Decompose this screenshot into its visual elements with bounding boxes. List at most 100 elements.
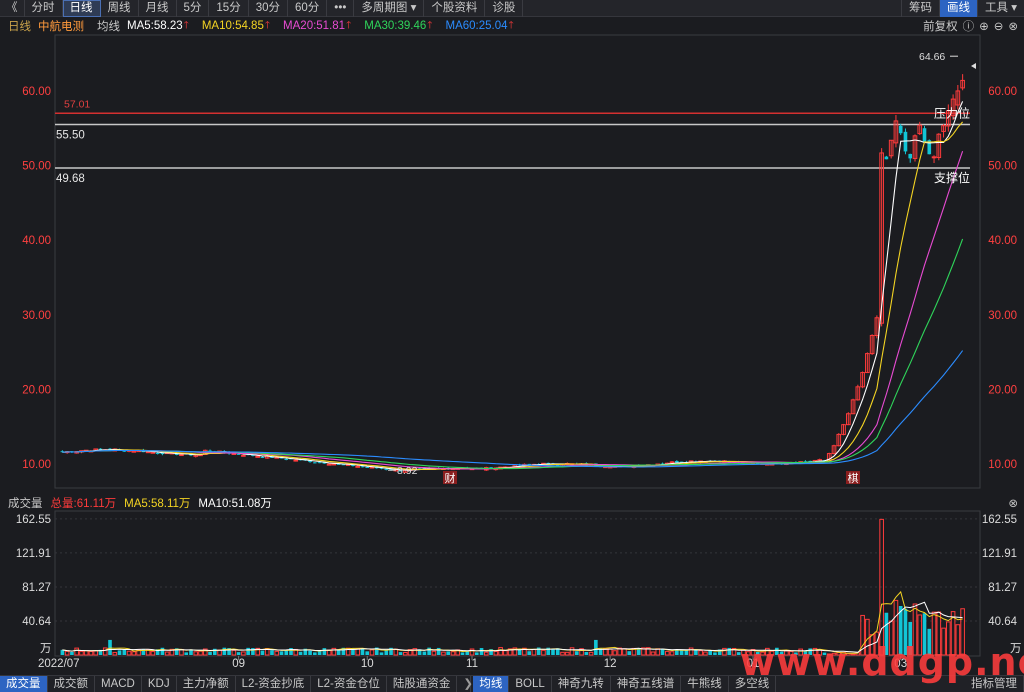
volume-bar [694,650,698,655]
candle-body [384,468,389,470]
chevron-right-icon[interactable]: ❯ [457,676,473,692]
candle-body [922,128,927,142]
volume-ma5: MA5:58.11万 [124,497,191,510]
volume-bar [60,649,65,655]
volume-bar [74,647,79,656]
volume-bar [241,651,246,656]
volume-bar [246,647,250,655]
ma20-line [62,151,964,470]
volume-bar [126,650,132,656]
close-icon[interactable]: ⊗ [1008,496,1018,510]
ma60-line [62,350,964,468]
volume-bar [369,649,375,656]
volume-bar [612,650,618,656]
tab-main-net[interactable]: 主力净额 [177,676,236,692]
volume-bar [64,650,70,656]
y-tick-label: 50.00 [22,161,51,173]
volume-bar [636,648,641,655]
kline-chart[interactable]: 10.00 10.00 20.00 20.00 30.00 30.00 40.00 40.00… [0,0,1024,692]
volume-bar [102,647,108,656]
volume-bar [669,651,675,656]
tab-turnover[interactable]: 成交额 [48,676,95,692]
tab-magic-five[interactable]: 神奇五线谱 [611,676,682,692]
date-label: 2022/07 [38,658,80,670]
y-tick-label: 20.00 [22,384,51,396]
volume-bar [317,651,322,655]
volume-bar [517,649,522,655]
volume-title[interactable]: 成交量 [8,495,43,511]
tab-volume[interactable]: 成交量 [0,676,48,692]
volume-bar [627,651,632,655]
candlesticks [60,74,965,473]
price-pointer-icon [971,63,976,69]
volume-bar [117,650,122,655]
candle-body [326,463,332,466]
volume-bar [431,650,437,656]
volume-bar [260,650,265,655]
volume-bar [184,652,189,655]
vol-tick-label-right: 40.64 [988,616,1017,628]
tab-boll[interactable]: BOLL [509,676,552,692]
volume-bar [193,651,199,656]
tab-ma[interactable]: 均线 [473,676,510,692]
volume-bar [164,651,170,656]
volume-bar [403,651,408,656]
volume-bar [270,650,274,655]
candle-body [675,461,679,463]
volume-bar [564,651,570,656]
candle-body [360,466,365,468]
tab-macd[interactable]: MACD [95,676,142,692]
volume-bar [379,652,384,655]
support-label: 支撑位 [934,170,970,185]
ma30-line [62,238,964,470]
vol-tick-label: 162.55 [16,514,51,526]
tab-l2-bottom[interactable]: L2-资金抄底 [236,676,312,692]
tab-magic-nine[interactable]: 神奇九转 [552,676,611,692]
volume-bar [664,650,670,656]
volume-bar [531,649,537,656]
candle-body [317,462,322,464]
tab-kdj[interactable]: KDJ [142,676,177,692]
volume-bar [313,652,317,655]
volume-bar [365,651,370,655]
volume-bar [231,649,237,656]
volume-bar [70,651,74,655]
volume-bar [503,650,508,656]
volume-bar [574,651,579,655]
candle-body [260,456,265,458]
volume-bar [541,649,546,656]
volume-bar [160,647,165,655]
price-panel-frame [54,34,981,489]
volume-bar [650,651,656,656]
volume-bar [469,648,475,656]
level-label-5550: 55.50 [56,130,85,142]
volume-bar [688,647,694,656]
volume-bar [708,650,712,655]
candle-body [669,461,675,464]
vol-unit: 万 [40,643,52,655]
vol-tick-label: 121.91 [16,548,51,560]
volume-bar [284,650,289,655]
volume-header: 成交量 总量:61.11万 MA5:58.11万 MA10:51.08万 ⊗ [0,494,1024,511]
volume-bar [483,651,489,656]
tab-bull-bear[interactable]: 牛熊线 [681,676,729,692]
volume-bar [79,650,84,656]
pressure-label: 压力位 [934,105,970,120]
volume-bar [208,651,212,655]
candle-body [898,125,903,134]
candle-body [365,467,370,469]
cai-marker: 财 [445,471,456,485]
candle-body [908,153,913,159]
volume-grid: 162.55 162.55 121.91 121.91 81.27 81.27 40.64 4… [16,514,1022,655]
candle-body [931,156,937,159]
volume-bar [698,650,703,656]
volume-bar [308,650,312,655]
volume-bar [727,647,732,655]
volume-bar [279,651,284,655]
candle-body [331,463,337,466]
candle-body [293,459,299,462]
tab-l2-position[interactable]: L2-资金仓位 [311,676,387,692]
volume-bar [427,647,431,655]
volume-bar [108,639,112,655]
tab-northbound[interactable]: 陆股通资金 [387,676,458,692]
